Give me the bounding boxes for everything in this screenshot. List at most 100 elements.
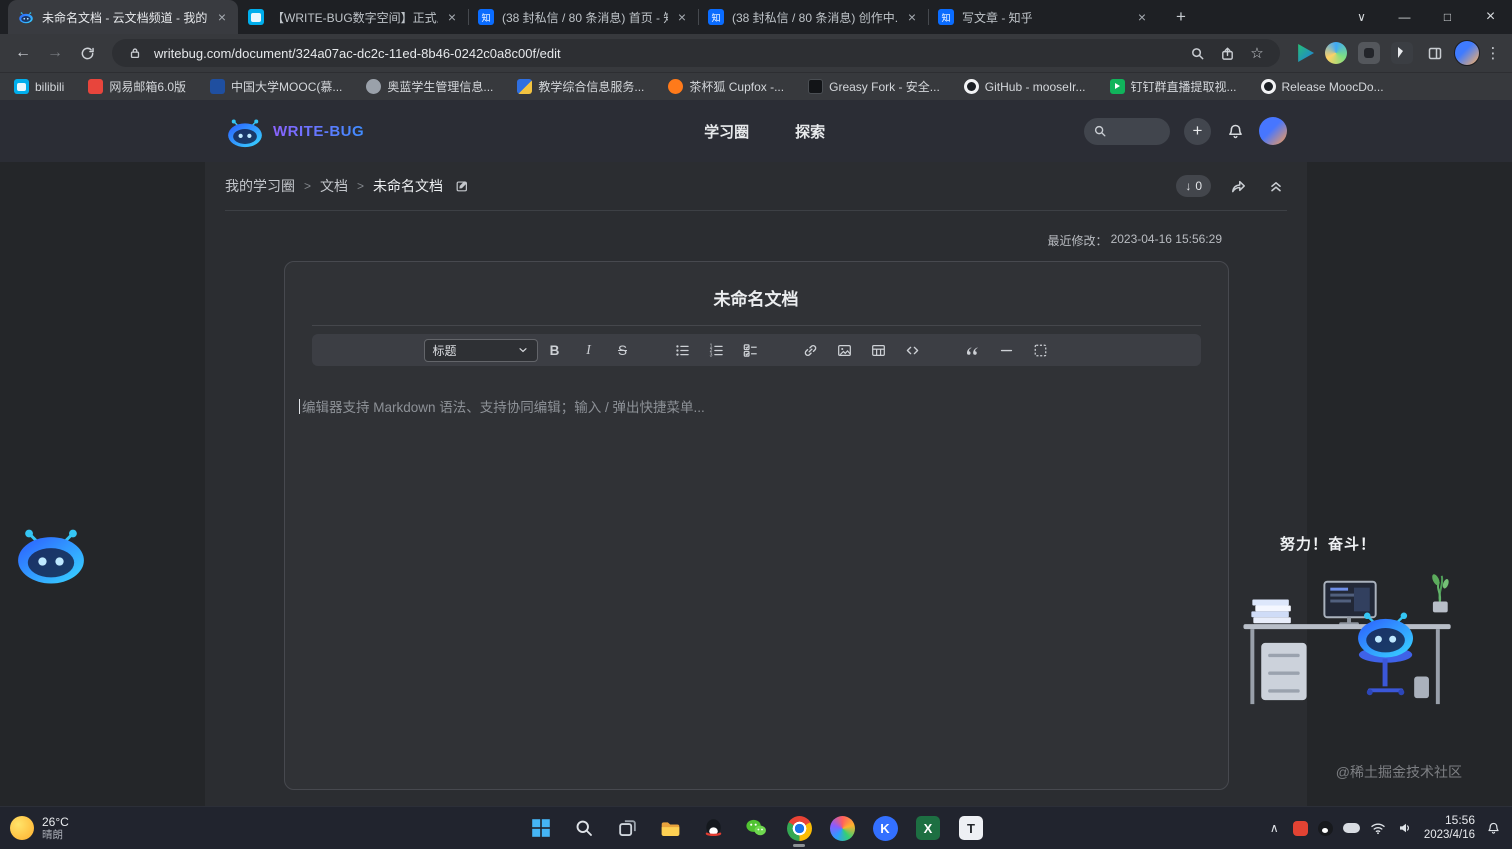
motto-text: 努力！奋斗！ — [1280, 536, 1377, 553]
taskbar-search-button[interactable] — [571, 815, 597, 841]
forward-button[interactable]: → — [40, 38, 70, 68]
share-doc-icon[interactable] — [1227, 175, 1249, 197]
qq-button[interactable] — [700, 815, 726, 841]
side-panel-icon[interactable] — [1424, 42, 1446, 64]
share-icon[interactable] — [1216, 42, 1238, 64]
window-menu-button[interactable]: ∨ — [1340, 0, 1383, 34]
create-button[interactable]: + — [1184, 117, 1211, 145]
code-button[interactable] — [900, 338, 926, 362]
weather-widget[interactable]: 26°C 晴朗 — [10, 815, 69, 842]
ordered-list-button[interactable]: 123 — [704, 338, 730, 362]
play-extension-icon[interactable] — [1298, 44, 1314, 62]
colorful-app-button[interactable] — [829, 815, 855, 841]
bookmark-netease-mail[interactable]: 网易邮箱6.0版 — [88, 78, 186, 95]
back-button[interactable]: ← — [8, 38, 38, 68]
user-avatar[interactable] — [1259, 117, 1287, 145]
tab-zhihu-home[interactable]: 知 (38 封私信 / 80 条消息) 首页 - 知 × — [468, 0, 698, 34]
tray-qq-icon[interactable] — [1317, 820, 1333, 836]
bookmark-aolan[interactable]: 奥蓝学生管理信息... — [366, 78, 493, 95]
italic-button[interactable]: I — [576, 338, 602, 362]
browser-menu-icon[interactable]: ⋮ — [1482, 44, 1504, 62]
check-list-button[interactable] — [738, 338, 764, 362]
collapse-icon[interactable] — [1265, 175, 1287, 197]
editor-placeholder: 编辑器支持 Markdown 语法、支持协同编辑；输入 / 弹出快捷菜单... — [302, 400, 705, 415]
editor-area[interactable]: 编辑器支持 Markdown 语法、支持协同编辑；输入 / 弹出快捷菜单... — [285, 366, 1228, 416]
task-view-button[interactable] — [614, 815, 640, 841]
wifi-icon[interactable] — [1370, 820, 1387, 837]
rename-edit-icon[interactable] — [454, 178, 470, 194]
cursor-extension-icon[interactable] — [1391, 42, 1413, 64]
chrome-icon — [786, 815, 812, 841]
dashed-square-button[interactable] — [1028, 338, 1054, 362]
bookmark-mooc[interactable]: 中国大学MOOC(慕... — [210, 78, 342, 95]
site-search-input[interactable] — [1084, 117, 1170, 145]
bilibili-favicon — [14, 79, 29, 94]
globe-extension-icon[interactable] — [1325, 42, 1347, 64]
download-count-badge[interactable]: ↓ 0 — [1176, 175, 1211, 197]
tab-zhihu-write[interactable]: 知 写文章 - 知乎 × — [928, 0, 1158, 34]
window-maximize-button[interactable]: □ — [1426, 0, 1469, 34]
table-button[interactable] — [866, 338, 892, 362]
refresh-button[interactable] — [72, 38, 102, 68]
bookmark-moocdown-release[interactable]: Release MoocDo... — [1260, 79, 1384, 94]
tab-close-icon[interactable]: × — [676, 8, 688, 26]
notifications-bell-icon[interactable] — [1225, 121, 1245, 141]
bullet-list-button[interactable] — [670, 338, 696, 362]
image-button[interactable] — [832, 338, 858, 362]
bookmark-dingtalk-video[interactable]: 钉钉群直播提取视... — [1109, 78, 1237, 95]
wechat-button[interactable] — [743, 815, 769, 841]
taskbar-clock[interactable]: 15:56 2023/4/16 — [1424, 813, 1475, 842]
svg-text:3: 3 — [710, 352, 713, 358]
editor-toolbar: 标题 B I S 123 — [311, 334, 1201, 366]
mascot-robot[interactable] — [12, 521, 90, 585]
crumb-my-circle[interactable]: 我的学习圈 — [225, 176, 295, 196]
profile-avatar[interactable] — [1454, 40, 1480, 66]
weather-temp: 26°C — [42, 814, 69, 829]
windows-start-button[interactable] — [528, 815, 554, 841]
window-close-button[interactable]: × — [1469, 0, 1512, 34]
bookmark-star-icon[interactable]: ☆ — [1246, 42, 1268, 64]
nav-learning-circle[interactable]: 学习圈 — [704, 121, 749, 142]
window-minimize-button[interactable]: — — [1383, 0, 1426, 34]
dark-extension-icon[interactable] — [1358, 42, 1380, 64]
nav-explore[interactable]: 探索 — [795, 121, 825, 142]
file-explorer-button[interactable] — [657, 815, 683, 841]
kook-button[interactable]: K — [872, 815, 898, 841]
address-bar[interactable]: writebug.com/document/324a07ac-dc2c-11ed… — [112, 39, 1280, 67]
excel-button[interactable]: X — [915, 815, 941, 841]
volume-icon[interactable] — [1397, 820, 1414, 837]
tab-close-icon[interactable]: × — [1136, 8, 1148, 26]
lock-icon[interactable] — [124, 42, 146, 64]
horizontal-rule-button[interactable] — [994, 338, 1020, 362]
tray-cloud-icon[interactable] — [1342, 823, 1360, 833]
bookmark-cupfox[interactable]: 茶杯狐 Cupfox -... — [668, 78, 784, 95]
tab-close-icon[interactable]: × — [446, 8, 458, 26]
bookmark-greasyfork[interactable]: Greasy Fork - 安全... — [808, 78, 940, 95]
bold-button[interactable]: B — [542, 338, 568, 362]
typora-button[interactable]: T — [958, 815, 984, 841]
tab-close-icon[interactable]: × — [216, 8, 228, 26]
quote-button[interactable] — [960, 338, 986, 362]
bookmark-github[interactable]: GitHub - mooseIr... — [963, 79, 1086, 94]
notification-bell-icon[interactable] — [1485, 820, 1502, 837]
heading-select[interactable]: 标题 — [423, 338, 538, 362]
tray-app-red-icon[interactable] — [1292, 820, 1308, 836]
zoom-icon[interactable] — [1186, 42, 1208, 64]
tab-zhihu-creator[interactable]: 知 (38 封私信 / 80 条消息) 创作中... × — [698, 0, 928, 34]
tab-writebug-document[interactable]: 未命名文档 - 云文档频道 - 我的 × — [8, 0, 238, 34]
strikethrough-button[interactable]: S — [610, 338, 636, 362]
chrome-button[interactable] — [786, 815, 812, 847]
crumb-documents[interactable]: 文档 — [320, 176, 348, 196]
link-button[interactable] — [798, 338, 824, 362]
tab-close-icon[interactable]: × — [906, 8, 918, 26]
tray-expand-chevron[interactable]: ∧ — [1266, 820, 1283, 837]
mooc-favicon — [210, 79, 226, 94]
dingtalk-favicon — [1109, 79, 1125, 94]
tab-bilibili[interactable]: 【WRITE-BUG数字空间】正式上... × — [238, 0, 468, 34]
new-tab-button[interactable]: + — [1168, 4, 1194, 30]
crumb-separator: > — [357, 179, 365, 193]
breadcrumb-row: 我的学习圈 > 文档 > 未命名文档 ↓ 0 — [225, 162, 1287, 211]
bookmark-bilibili[interactable]: bilibili — [14, 79, 64, 94]
writebug-logo[interactable]: WRITE-BUG — [225, 115, 364, 148]
bookmark-edu-portal[interactable]: 教学综合信息服务... — [517, 78, 644, 95]
